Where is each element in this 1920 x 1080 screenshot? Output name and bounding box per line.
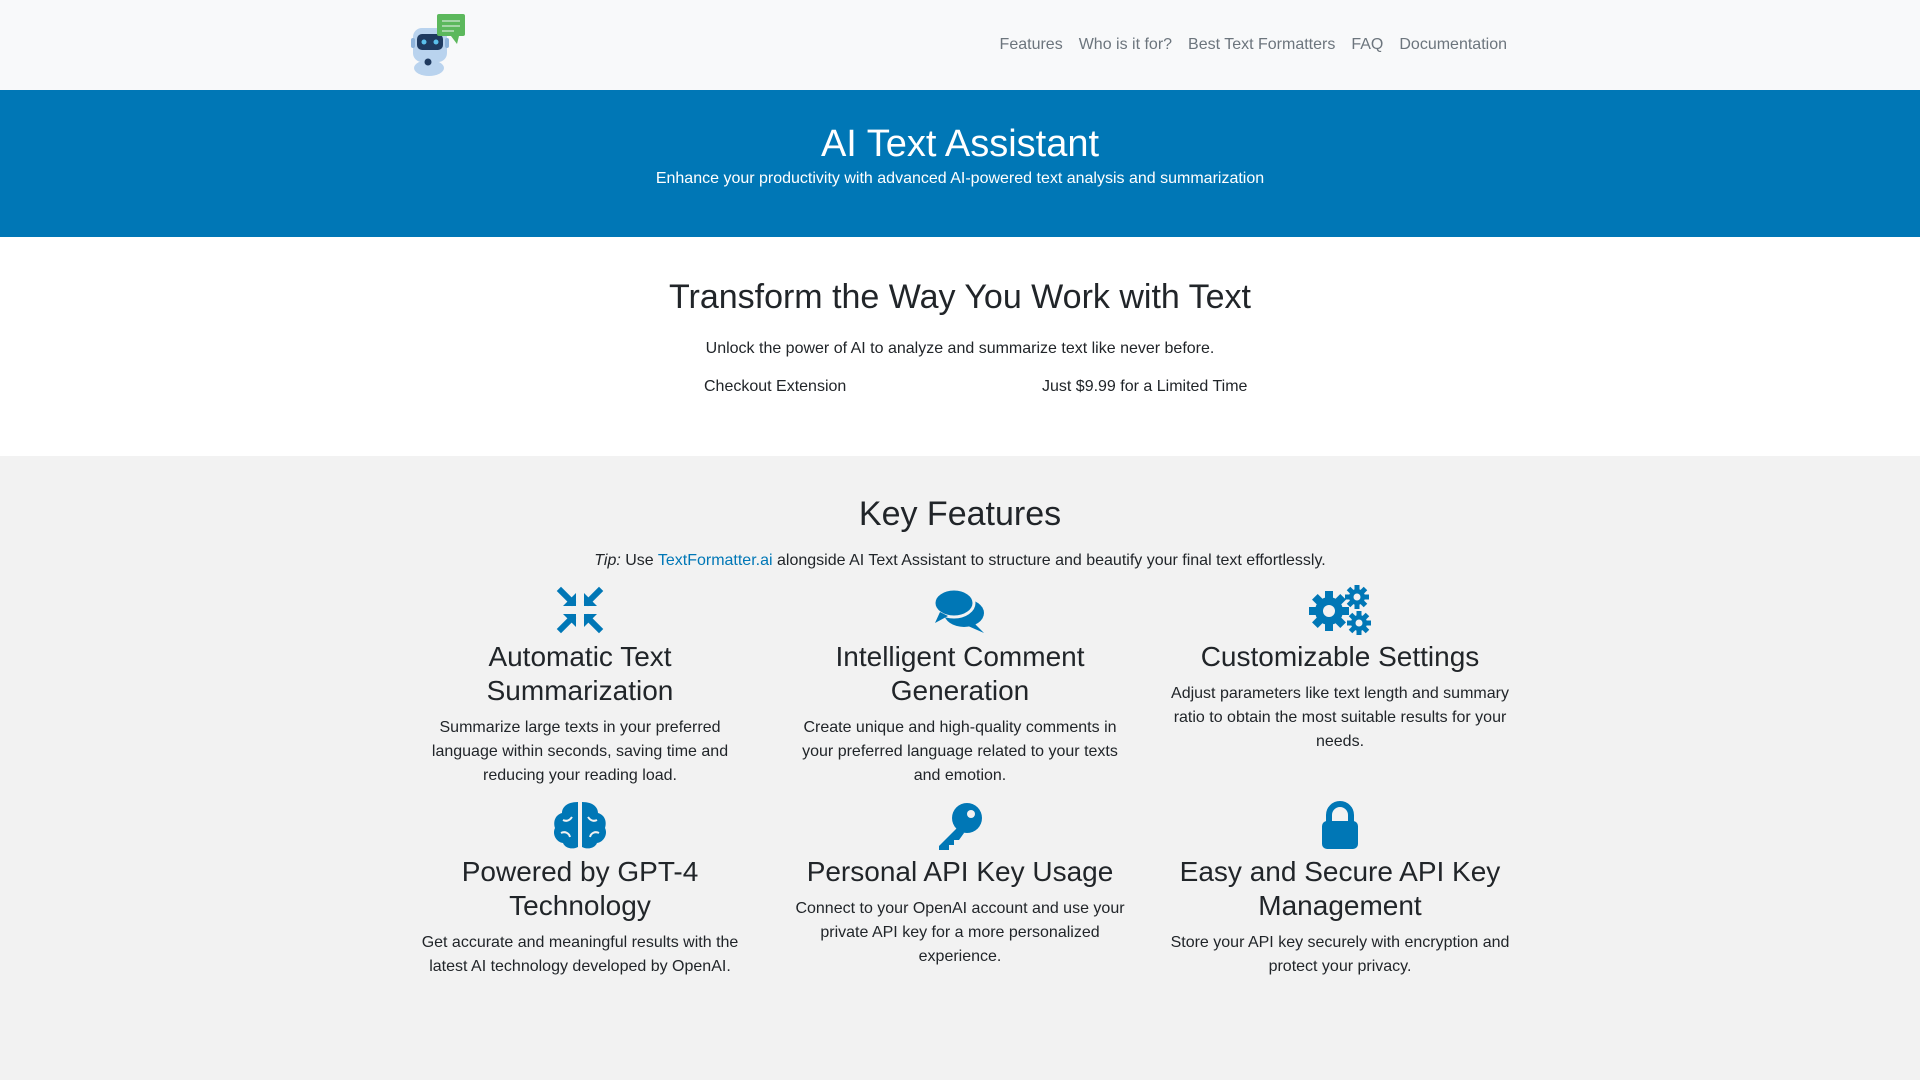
gears-icon xyxy=(1162,584,1518,635)
feature-description: Adjust parameters like text length and s… xyxy=(1171,684,1509,750)
hero-title: AI Text Assistant xyxy=(820,123,1100,165)
cta-row: Checkout Extension Just $9.99 for a Limi… xyxy=(0,370,1920,410)
feature-title: Easy and Secure API Key Management xyxy=(1179,855,1501,921)
brain-icon xyxy=(402,800,758,850)
feature-description: Connect to your OpenAI account and use y… xyxy=(795,899,1125,965)
comments-icon xyxy=(782,585,1138,635)
tip-post: alongside AI Text Assistant to structure… xyxy=(777,551,1326,569)
nav-link-documentation[interactable]: Documentation xyxy=(1399,36,1507,54)
feature-title: Intelligent Comment Generation xyxy=(835,640,1085,706)
checkout-extension-button[interactable]: Checkout Extension xyxy=(704,378,846,396)
feature-title: Personal API Key Usage xyxy=(806,855,1114,887)
robot-chat-icon[interactable] xyxy=(403,12,469,78)
feature-card: Customizable Settings Adjust parameters … xyxy=(1150,584,1530,788)
feature-card: Automatic Text Summarization Summarize l… xyxy=(390,585,770,788)
feature-card: Intelligent Comment Generation Create un… xyxy=(770,585,1150,788)
nav-link-faq[interactable]: FAQ xyxy=(1351,36,1383,54)
hero-subtitle: Enhance your productivity with advanced … xyxy=(655,169,1265,187)
feature-title: Automatic Text Summarization xyxy=(486,640,674,706)
intro-section: Transform the Way You Work with Text Unl… xyxy=(0,237,1920,456)
intro-lead: Unlock the power of AI to analyze and su… xyxy=(705,339,1215,357)
features-title: Key Features xyxy=(858,495,1062,533)
nav-link-who-is-it-for[interactable]: Who is it for? xyxy=(1079,36,1172,54)
feature-card: Personal API Key Usage Connect to your O… xyxy=(770,800,1150,979)
nav-links: Features Who is it for? Best Text Format… xyxy=(1000,0,1507,90)
features-grid: Automatic Text Summarization Summarize l… xyxy=(390,584,1530,979)
feature-title: Customizable Settings xyxy=(1200,640,1480,672)
features-section: Key Features Tip: Use TextFormatter.ai a… xyxy=(0,456,1920,1080)
feature-card: Powered by GPT-4 Technology Get accurate… xyxy=(390,800,770,979)
feature-description: Create unique and high-quality comments … xyxy=(802,718,1118,784)
tip-text: Tip: Use TextFormatter.ai alongside AI T… xyxy=(0,552,1920,570)
lock-icon xyxy=(1162,800,1518,850)
tip-pre: Use xyxy=(625,551,654,569)
nav-link-features[interactable]: Features xyxy=(1000,36,1063,54)
feature-description: Store your API key securely with encrypt… xyxy=(1170,933,1510,975)
tip-label: Tip: xyxy=(594,551,621,569)
feature-title: Powered by GPT-4 Technology xyxy=(461,855,699,921)
nav-link-best-text-formatters[interactable]: Best Text Formatters xyxy=(1188,36,1335,54)
hero-banner: AI Text Assistant Enhance your productiv… xyxy=(0,90,1920,237)
navbar: Features Who is it for? Best Text Format… xyxy=(0,0,1920,90)
textformatter-link[interactable]: TextFormatter.ai xyxy=(658,552,773,569)
price-offer-label: Just $9.99 for a Limited Time xyxy=(1042,377,1248,395)
compress-arrows-icon xyxy=(402,585,758,635)
feature-card: Easy and Secure API Key Management Store… xyxy=(1150,800,1530,979)
feature-description: Summarize large texts in your preferred … xyxy=(431,718,729,784)
feature-description: Get accurate and meaningful results with… xyxy=(421,933,739,975)
intro-title: Transform the Way You Work with Text xyxy=(668,278,1251,316)
key-icon xyxy=(782,800,1138,850)
